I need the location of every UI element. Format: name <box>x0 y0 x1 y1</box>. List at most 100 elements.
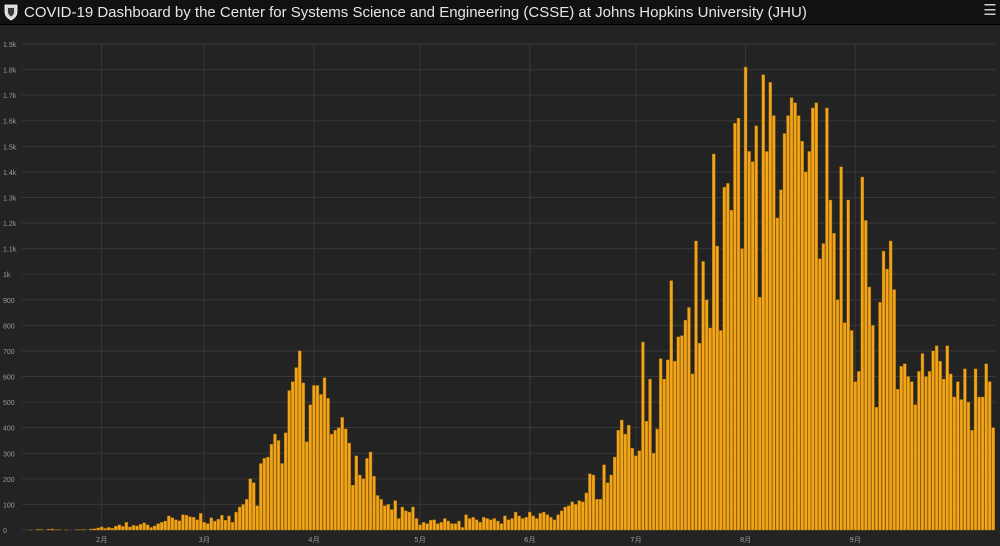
bar[interactable] <box>114 525 118 531</box>
bar[interactable] <box>446 520 451 531</box>
bar[interactable] <box>528 511 532 531</box>
bar[interactable] <box>181 514 185 531</box>
bar[interactable] <box>970 430 974 531</box>
bar[interactable] <box>404 510 408 531</box>
bar[interactable] <box>552 519 557 531</box>
bar[interactable] <box>128 526 132 531</box>
bar[interactable] <box>379 499 383 531</box>
bar[interactable] <box>269 444 274 531</box>
bar[interactable] <box>358 474 362 531</box>
bar[interactable] <box>425 523 429 531</box>
bar[interactable] <box>853 381 857 531</box>
bar[interactable] <box>704 299 709 531</box>
bar[interactable] <box>616 430 620 531</box>
bar[interactable] <box>804 171 808 531</box>
bar[interactable] <box>991 427 995 531</box>
bar[interactable] <box>881 250 886 531</box>
bar[interactable] <box>386 504 390 531</box>
bar[interactable] <box>634 455 638 531</box>
bar[interactable] <box>977 396 981 531</box>
bar[interactable] <box>846 199 850 531</box>
bar[interactable] <box>131 525 136 531</box>
bar[interactable] <box>563 506 567 531</box>
bar[interactable] <box>407 511 412 531</box>
bar[interactable] <box>524 517 528 531</box>
bar[interactable] <box>234 511 238 531</box>
bar[interactable] <box>963 368 967 531</box>
bar[interactable] <box>411 506 415 531</box>
bar[interactable] <box>839 166 843 531</box>
bar[interactable] <box>319 394 323 531</box>
bar[interactable] <box>227 515 231 531</box>
bar[interactable] <box>595 499 599 531</box>
bar[interactable] <box>57 529 61 531</box>
bar[interactable] <box>591 474 596 531</box>
bar[interactable] <box>496 520 500 531</box>
bar[interactable] <box>701 261 705 531</box>
bar[interactable] <box>457 520 461 531</box>
bar[interactable] <box>428 520 433 531</box>
bar[interactable] <box>188 516 192 531</box>
bar[interactable] <box>924 376 928 531</box>
bar[interactable] <box>230 522 235 531</box>
bar[interactable] <box>287 390 291 531</box>
bar[interactable] <box>864 220 868 531</box>
bar[interactable] <box>666 359 670 531</box>
bar[interactable] <box>719 330 723 531</box>
bar[interactable] <box>372 476 376 531</box>
bar[interactable] <box>326 398 330 531</box>
bar[interactable] <box>241 504 245 531</box>
bar[interactable] <box>315 385 320 531</box>
bar[interactable] <box>623 433 627 531</box>
bar[interactable] <box>917 371 921 531</box>
bar[interactable] <box>75 529 79 531</box>
bar[interactable] <box>382 505 387 531</box>
bar[interactable] <box>39 529 44 531</box>
bar[interactable] <box>896 389 900 531</box>
bar[interactable] <box>871 325 875 531</box>
bar[interactable] <box>312 385 316 531</box>
bar[interactable] <box>736 117 741 531</box>
bar[interactable] <box>980 396 985 531</box>
bar[interactable] <box>906 376 910 531</box>
bar[interactable] <box>298 350 302 531</box>
bar[interactable] <box>474 519 479 531</box>
bar[interactable] <box>793 102 797 531</box>
bar[interactable] <box>945 345 949 531</box>
bar[interactable] <box>283 432 288 531</box>
bar[interactable] <box>510 518 514 531</box>
bar[interactable] <box>506 519 511 531</box>
bar[interactable] <box>835 299 840 531</box>
bar[interactable] <box>570 501 574 531</box>
bar[interactable] <box>651 453 656 531</box>
bar[interactable] <box>680 335 684 531</box>
bar[interactable] <box>857 371 861 531</box>
bar[interactable] <box>602 464 606 531</box>
bar[interactable] <box>92 528 97 531</box>
bar[interactable] <box>814 102 818 531</box>
bar[interactable] <box>588 473 592 531</box>
bar[interactable] <box>167 515 171 531</box>
bar[interactable] <box>266 456 270 531</box>
bar[interactable] <box>89 528 93 531</box>
bar[interactable] <box>273 433 277 531</box>
bar[interactable] <box>644 421 649 531</box>
bar[interactable] <box>280 463 284 531</box>
bar[interactable] <box>365 458 369 531</box>
bar[interactable] <box>807 151 811 531</box>
bar[interactable] <box>174 519 178 531</box>
bar[interactable] <box>687 307 691 531</box>
bar[interactable] <box>934 345 939 531</box>
bar[interactable] <box>259 463 263 531</box>
bar[interactable] <box>750 161 755 531</box>
bar[interactable] <box>800 140 804 531</box>
bar[interactable] <box>938 360 942 531</box>
bar[interactable] <box>754 125 758 531</box>
bar[interactable] <box>796 115 801 531</box>
bar[interactable] <box>669 280 673 531</box>
bar[interactable] <box>414 518 419 531</box>
bar[interactable] <box>850 330 854 531</box>
bar[interactable] <box>726 183 730 531</box>
bar[interactable] <box>103 528 107 531</box>
bar[interactable] <box>237 506 242 531</box>
